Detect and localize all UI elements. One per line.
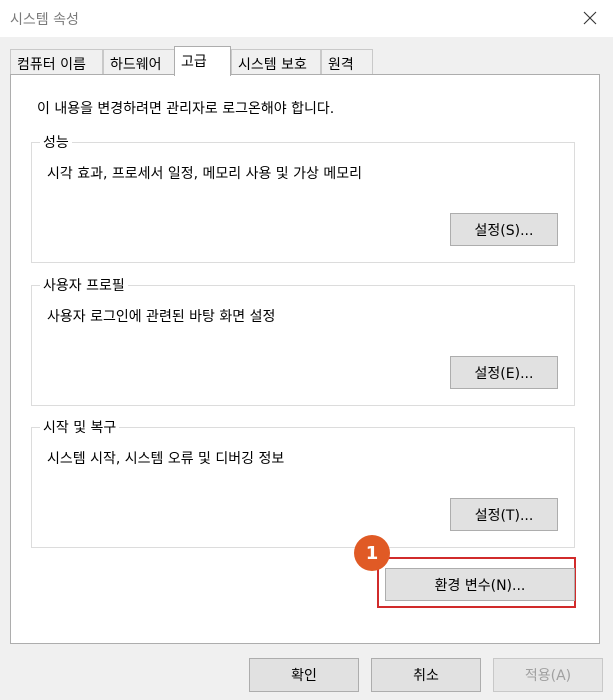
performance-title: 성능 — [40, 132, 72, 152]
startup-recovery-group: 시작 및 복구 시스템 시작, 시스템 오류 및 디버깅 정보 설정(T)... — [31, 417, 575, 548]
tab-hardware[interactable]: 하드웨어 — [103, 49, 175, 74]
startup-recovery-description: 시스템 시작, 시스템 오류 및 디버깅 정보 — [47, 451, 285, 467]
title-bar: 시스템 속성 — [0, 0, 613, 37]
user-profiles-settings-button[interactable]: 설정(E)... — [450, 356, 558, 389]
apply-button[interactable]: 적용(A) — [493, 658, 603, 692]
user-profiles-description: 사용자 로그인에 관련된 바탕 화면 설정 — [47, 309, 276, 325]
tab-system-protection[interactable]: 시스템 보호 — [231, 49, 321, 74]
tab-advanced[interactable]: 고급 — [174, 46, 231, 76]
close-button[interactable] — [576, 5, 604, 31]
advanced-panel: 이 내용을 변경하려면 관리자로 로그온해야 합니다. 성능 시각 효과, 프로… — [10, 74, 600, 644]
tab-computer-name[interactable]: 컴퓨터 이름 — [10, 49, 103, 74]
window-title: 시스템 속성 — [10, 12, 79, 28]
tab-remote[interactable]: 원격 — [321, 49, 373, 74]
performance-group: 성능 시각 효과, 프로세서 일정, 메모리 사용 및 가상 메모리 설정(S)… — [31, 132, 575, 263]
performance-settings-button[interactable]: 설정(S)... — [450, 213, 558, 246]
performance-description: 시각 효과, 프로세서 일정, 메모리 사용 및 가상 메모리 — [47, 166, 362, 182]
environment-variables-button[interactable]: 환경 변수(N)... — [385, 568, 575, 601]
user-profiles-group: 사용자 프로필 사용자 로그인에 관련된 바탕 화면 설정 설정(E)... — [31, 275, 575, 406]
startup-recovery-title: 시작 및 복구 — [40, 417, 120, 437]
callout-badge: 1 — [354, 535, 390, 571]
user-profiles-title: 사용자 프로필 — [40, 275, 128, 295]
ok-button[interactable]: 확인 — [249, 658, 359, 692]
startup-recovery-settings-button[interactable]: 설정(T)... — [450, 498, 558, 531]
admin-notice: 이 내용을 변경하려면 관리자로 로그온해야 합니다. — [37, 101, 335, 117]
cancel-button[interactable]: 취소 — [371, 658, 481, 692]
tab-strip: 컴퓨터 이름 하드웨어 고급 시스템 보호 원격 — [0, 46, 613, 76]
close-icon — [583, 11, 597, 25]
